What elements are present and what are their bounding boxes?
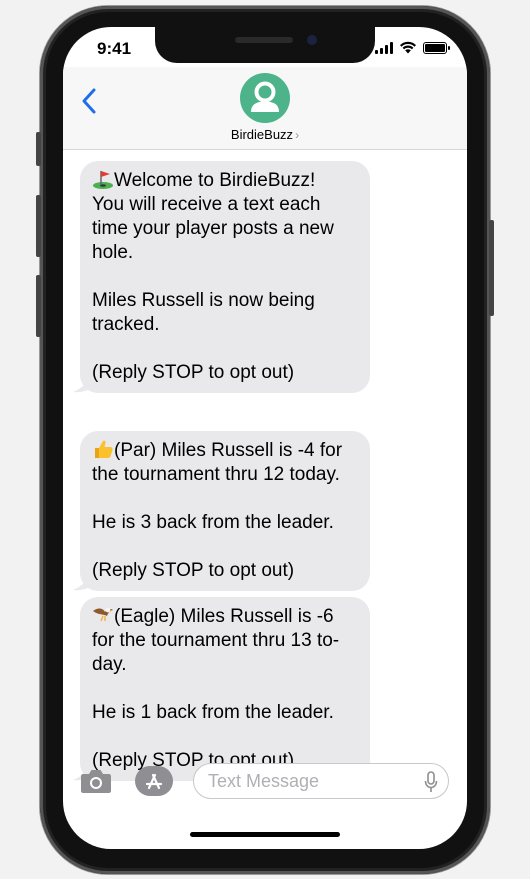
silent-switch (36, 132, 41, 166)
bubble-tail (73, 573, 93, 591)
message-line: You will receive a text each (92, 194, 321, 215)
message-bubble[interactable]: (Par) Miles Russell is -4 for the tourna… (73, 431, 370, 591)
power-button (489, 220, 494, 316)
bubble-tail (73, 375, 93, 393)
contact-name: BirdieBuzz (230, 127, 294, 142)
battery-icon (423, 42, 450, 54)
volume-up-button (36, 195, 41, 257)
status-icons (375, 41, 450, 54)
message-line: for the tournament thru 13 to- (92, 630, 340, 651)
cellular-signal-icon (375, 42, 393, 54)
front-camera (307, 35, 317, 45)
apps-button[interactable] (135, 766, 173, 796)
earpiece-speaker (235, 37, 293, 43)
composer-bar (63, 752, 467, 812)
phone-screen: 9:41 BirdieBuzz › Welcome to BirdieBuzz!… (63, 27, 467, 849)
message-line: hole. (92, 242, 134, 263)
message-line: day. (92, 654, 127, 675)
message-line: (Par) Miles Russell is -4 for (92, 439, 358, 463)
chevron-right-icon: › (295, 128, 300, 142)
person-silhouette-icon (251, 81, 279, 112)
message-field[interactable] (193, 763, 449, 799)
camera-icon[interactable] (80, 767, 112, 795)
message-bubble[interactable]: Welcome to BirdieBuzz! You will receive … (73, 161, 370, 393)
message-line: Miles Russell is now being (92, 290, 315, 311)
microphone-icon[interactable] (424, 771, 438, 793)
thumbs-up-icon (95, 440, 113, 458)
back-button[interactable] (79, 87, 99, 115)
message-line: He is 3 back from the leader. (92, 512, 334, 533)
notch (155, 27, 375, 63)
contact-name-row[interactable]: BirdieBuzz › (63, 127, 467, 142)
conversation-header: BirdieBuzz › (63, 67, 467, 150)
eagle-icon (93, 607, 113, 622)
volume-down-button (36, 275, 41, 337)
message-input[interactable] (208, 770, 408, 792)
message-line: He is 1 back from the leader. (92, 702, 334, 723)
message-line: (Reply STOP to opt out) (92, 560, 295, 581)
message-line: tracked. (92, 314, 160, 335)
message-line: Welcome to BirdieBuzz! (92, 169, 358, 193)
home-indicator[interactable] (190, 832, 340, 837)
message-line: the tournament thru 12 today. (92, 464, 340, 485)
app-store-icon (145, 773, 163, 790)
message-line: time your player posts a new (92, 218, 334, 239)
status-time: 9:41 (97, 39, 132, 58)
wifi-icon (400, 41, 416, 54)
message-line: (Reply STOP to opt out) (92, 362, 295, 383)
contact-avatar[interactable] (240, 73, 290, 123)
message-line: (Eagle) Miles Russell is -6 (92, 605, 358, 629)
golf-flag-icon (93, 171, 113, 189)
